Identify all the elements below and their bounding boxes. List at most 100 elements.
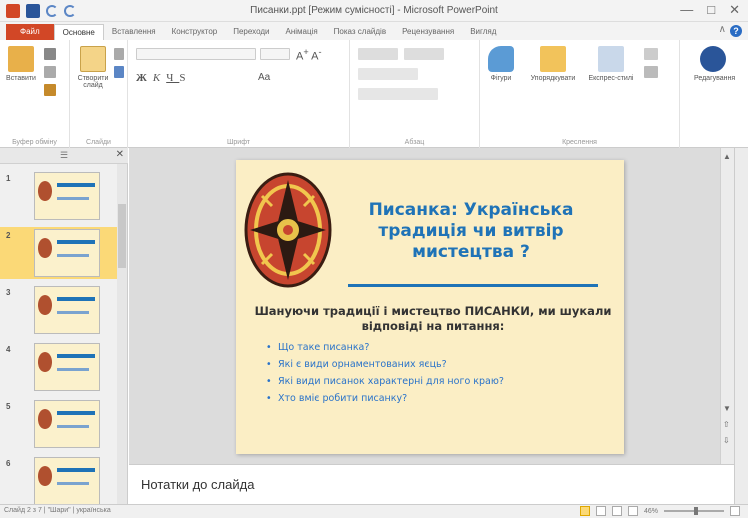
reading-view-icon[interactable] xyxy=(611,506,622,516)
shapes-icon xyxy=(488,46,514,72)
thumbnail-text-bar xyxy=(57,368,89,371)
tab-8[interactable]: Вигляд xyxy=(462,24,504,40)
thumbnail-title-bar xyxy=(57,411,95,415)
zoom-level[interactable]: 46% xyxy=(644,508,658,515)
new-slide-button[interactable]: Створити слайд xyxy=(74,46,112,89)
editing-button[interactable]: Редагування xyxy=(694,46,735,82)
pysanka-egg-icon xyxy=(244,172,332,288)
thumbnail-number: 2 xyxy=(6,231,11,240)
minimize-icon[interactable]: — xyxy=(680,2,693,18)
slide-bullet[interactable]: Що таке писанка? xyxy=(266,342,586,354)
cut-icon[interactable] xyxy=(44,48,56,60)
thumbnail-egg-icon xyxy=(38,295,52,315)
change-case-button[interactable]: Aa xyxy=(258,72,270,83)
tab-4[interactable]: Переходи xyxy=(225,24,277,40)
close-icon[interactable]: ✕ xyxy=(729,2,740,18)
slide-canvas: Писанка: Українська традиція чи витвір м… xyxy=(129,148,734,464)
thumbnail-number: 5 xyxy=(6,402,11,411)
thumbnail-egg-icon xyxy=(38,238,52,258)
font-style-buttons[interactable]: ЖКЧS xyxy=(136,72,191,84)
thumbnail-row[interactable]: 3 xyxy=(0,284,118,336)
thumbnail-scrollbar-thumb[interactable] xyxy=(118,204,126,268)
slide-thumbnail[interactable] xyxy=(34,286,100,334)
quick-styles-button[interactable]: Експрес-стилі xyxy=(584,46,638,82)
canvas-scrollbar[interactable]: ▲ ▼ ⇧ ⇩ xyxy=(720,148,734,464)
thumbnail-text-bar xyxy=(57,311,89,314)
slide-thumbnail[interactable] xyxy=(34,229,100,277)
next-slide-icon[interactable]: ⇩ xyxy=(723,436,730,445)
slideshow-view-icon[interactable] xyxy=(627,506,638,516)
line-spacing-icon[interactable] xyxy=(404,48,444,60)
thumbnail-row[interactable]: 2 xyxy=(0,227,118,279)
format-painter-icon[interactable] xyxy=(44,84,56,96)
scroll-up-icon[interactable]: ▲ xyxy=(723,152,731,161)
fit-to-window-icon[interactable] xyxy=(730,506,740,516)
align-icon[interactable] xyxy=(358,88,438,100)
current-slide[interactable]: Писанка: Українська традиція чи витвір м… xyxy=(236,160,624,454)
thumbnail-row[interactable]: 1 xyxy=(0,170,118,222)
notes-placeholder[interactable]: Нотатки до слайда xyxy=(141,477,254,492)
slides-tab-icon[interactable]: ☰ xyxy=(60,150,68,161)
maximize-icon[interactable]: □ xyxy=(707,2,715,18)
close-pane-icon[interactable]: ✕ xyxy=(116,149,124,160)
tab-1[interactable]: Основне xyxy=(53,24,104,40)
slide-bullet[interactable]: Які види писанок характерні для ного кра… xyxy=(266,376,586,388)
notes-pane[interactable]: Нотатки до слайда xyxy=(129,464,734,504)
grow-font-icon[interactable]: A+ A- xyxy=(296,47,322,63)
window-title: Писанки.ppt [Режим сумісності] - Microso… xyxy=(250,5,498,16)
thumbnail-text-bar xyxy=(57,197,89,200)
editing-group: Редагування xyxy=(680,40,748,148)
slide-sorter-view-icon[interactable] xyxy=(595,506,606,516)
tab-5[interactable]: Анімація xyxy=(277,24,325,40)
slide-title[interactable]: Писанка: Українська традиція чи витвір м… xyxy=(336,200,606,263)
thumbnail-number: 4 xyxy=(6,345,11,354)
indent-icon[interactable] xyxy=(358,68,418,80)
tab-6[interactable]: Показ слайдів xyxy=(326,24,394,40)
paste-label: Вставити xyxy=(6,75,36,82)
slide-thumbnail[interactable] xyxy=(34,457,100,505)
scroll-down-icon[interactable]: ▼ xyxy=(723,404,731,413)
minimize-ribbon-icon[interactable]: ∧ xyxy=(719,24,726,35)
thumbnail-title-bar xyxy=(57,354,95,358)
help-icon[interactable]: ? xyxy=(730,25,742,37)
prev-slide-icon[interactable]: ⇧ xyxy=(723,420,730,429)
shape-outline-icon[interactable] xyxy=(644,66,658,78)
font-group: A+ A- ЖКЧS Aa Шрифт xyxy=(128,40,350,148)
thumbnail-row[interactable]: 5 xyxy=(0,398,118,450)
tab-3[interactable]: Конструктор xyxy=(164,24,226,40)
thumbnail-title-bar xyxy=(57,468,95,472)
thumbnail-row[interactable]: 4 xyxy=(0,341,118,393)
thumbnail-egg-icon xyxy=(38,466,52,486)
slide-bullet[interactable]: Які є види орнаментованих яєць? xyxy=(266,359,586,371)
bullets-icon[interactable] xyxy=(358,48,398,60)
slide-subtitle[interactable]: Шануючи традиції і мистецтво ПИСАНКИ, ми… xyxy=(248,304,618,334)
normal-view-icon[interactable] xyxy=(579,506,590,516)
thumbnail-row[interactable]: 6 xyxy=(0,455,118,507)
shape-fill-icon[interactable] xyxy=(644,48,658,60)
drawing-group-label: Креслення xyxy=(562,139,597,146)
tab-0[interactable]: Файл xyxy=(6,24,54,40)
font-name-field[interactable] xyxy=(136,48,256,60)
slide-bullet-list[interactable]: Що таке писанка? Які є види орнаментовани… xyxy=(266,342,586,410)
reset-icon[interactable] xyxy=(114,66,124,78)
thumbnail-text-bar xyxy=(57,482,89,485)
font-size-field[interactable] xyxy=(260,48,290,60)
zoom-slider[interactable] xyxy=(664,507,724,515)
title-bar: Писанки.ppt [Режим сумісності] - Microso… xyxy=(0,0,748,22)
shapes-button[interactable]: Фігури xyxy=(482,46,520,82)
arrange-icon xyxy=(540,46,566,72)
copy-icon[interactable] xyxy=(44,66,56,78)
slide-thumbnail[interactable] xyxy=(34,343,100,391)
thumbnail-scrollbar[interactable] xyxy=(117,164,127,504)
paste-button[interactable]: Вставити xyxy=(2,46,40,82)
arrange-button[interactable]: Упорядкувати xyxy=(526,46,580,82)
slide-thumbnail[interactable] xyxy=(34,400,100,448)
view-controls: 46% xyxy=(579,506,740,516)
thumbnail-text-bar xyxy=(57,425,89,428)
slide-bullet[interactable]: Хто вміє робити писанку? xyxy=(266,393,586,405)
layout-icon[interactable] xyxy=(114,48,124,60)
tab-7[interactable]: Рецензування xyxy=(394,24,462,40)
tab-2[interactable]: Вставлення xyxy=(104,24,164,40)
slide-thumbnail[interactable] xyxy=(34,172,100,220)
zoom-slider-knob[interactable] xyxy=(694,507,698,515)
